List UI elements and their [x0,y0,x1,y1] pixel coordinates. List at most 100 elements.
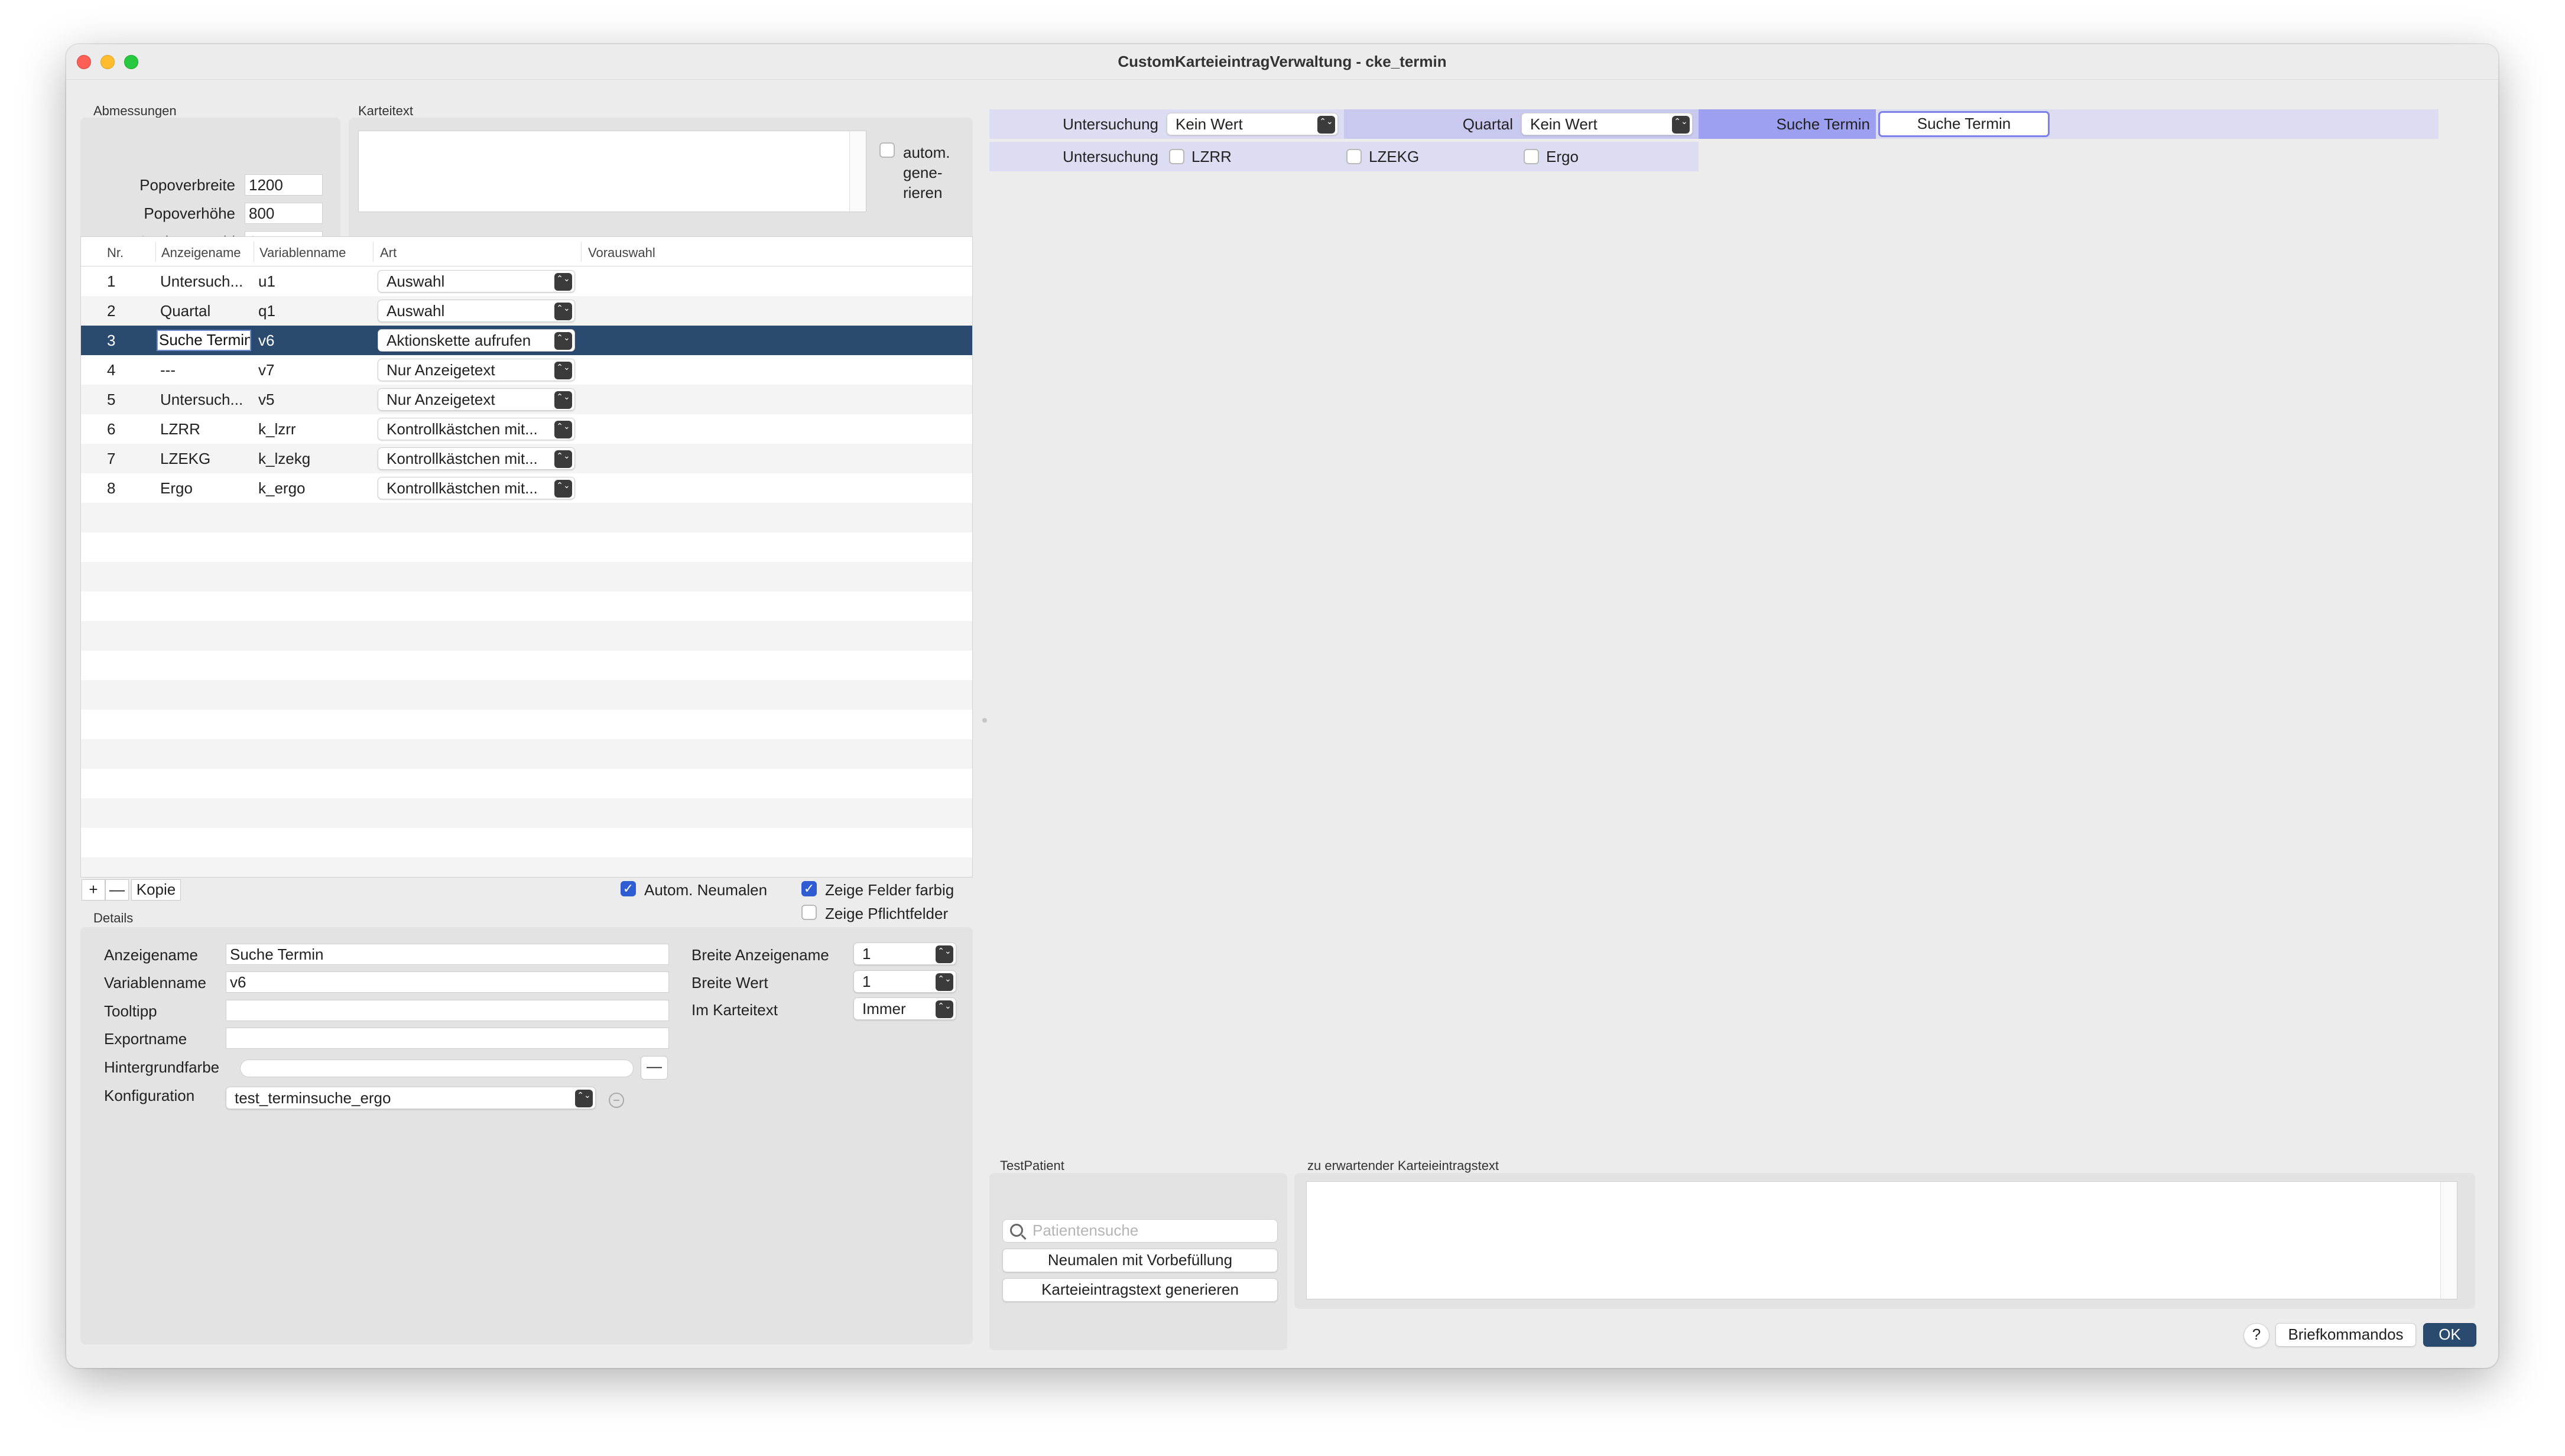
row-anzeigename: --- [160,361,176,379]
preview-cell-value: Kein Wert ⌃⌄ [1521,109,1699,139]
autom-generieren-label-1: autom. [903,144,950,161]
col-header-vorauswahl[interactable]: Vorauswahl [588,245,655,261]
row-art-popup[interactable]: Kontrollkästchen mit... ⌃⌄ [378,418,575,440]
zeige-pflichtfelder-checkbox[interactable] [801,905,817,920]
erwarteter-text-textarea[interactable] [1306,1181,2457,1299]
window-title: CustomKarteieintragVerwaltung - cke_term… [1118,53,1447,70]
col-header-variablenname[interactable]: Variablenname [259,245,346,261]
split-view-divider-handle[interactable] [982,718,987,723]
row-anzeigename: Untersuch... [160,272,243,290]
row-variablenname: k_ergo [258,479,306,497]
row-anzeigename: LZRR [160,420,200,438]
erwarteter-text-scrollbar[interactable] [2440,1182,2457,1299]
row-anzeigename-edit-field[interactable]: Suche Termin [157,330,251,351]
patient-search-field[interactable]: Patientensuche [1002,1219,1278,1243]
row-art-value: Kontrollkästchen mit... [387,420,538,438]
help-button[interactable]: ? [2243,1323,2269,1348]
preview-lzrr-checkbox[interactable] [1169,149,1184,164]
hintergrundfarbe-label: Hintergrundfarbe [104,1058,220,1076]
preview-select-value: Kein Wert [1176,115,1243,133]
preview-lzrr-label: LZRR [1191,148,1232,165]
karteitext-scrollbar[interactable] [849,131,866,212]
erwarteter-text-label: zu erwartender Karteieintragstext [1307,1158,1499,1173]
erwarteter-text-panel [1294,1173,2475,1309]
breite-wert-stepper[interactable]: 1 ⌃⌄ [853,970,956,993]
details-panel: Anzeigename Suche Termin Variablenname v… [80,927,973,1344]
popup-arrows-icon: ⌃⌄ [1317,116,1335,134]
info-circle-icon[interactable] [609,1093,624,1108]
preview-lzekg-checkbox[interactable] [1346,149,1362,164]
hintergrundfarbe-color-well[interactable] [240,1060,634,1077]
preview-suche-termin-button[interactable]: Suche Termin [1878,111,2050,137]
breite-anzeigename-stepper[interactable]: 1 ⌃⌄ [853,942,956,965]
row-art-value: Aktionskette aufrufen [387,332,531,349]
row-art-popup[interactable]: Aktionskette aufrufen ⌃⌄ [378,329,575,352]
autom-neumalen-checkbox[interactable]: ✓ [621,881,636,896]
row-nr: 8 [107,479,116,497]
variablenname-field[interactable]: v6 [226,971,669,993]
table-row-selected[interactable]: 3 Suche Termin v6 Aktionskette aufrufen ⌃… [81,326,972,355]
karteitext-textarea[interactable] [358,131,866,212]
popup-arrows-icon: ⌃⌄ [936,1000,953,1018]
table-row[interactable]: 2 Quartal q1 Auswahl ⌃⌄ [81,296,972,326]
empty-row [81,503,972,532]
autom-generieren-checkbox[interactable] [879,142,895,158]
karteieintragstext-generieren-button[interactable]: Karteieintragstext generieren [1002,1278,1278,1302]
row-nr: 7 [107,450,116,467]
row-anzeigename: Untersuch... [160,391,243,408]
row-art-popup[interactable]: Auswahl ⌃⌄ [378,270,575,292]
row-art-popup[interactable]: Auswahl ⌃⌄ [378,300,575,322]
preview-quartal-select[interactable]: Kein Wert ⌃⌄ [1521,113,1693,135]
remove-row-button[interactable]: — [105,879,129,901]
konfiguration-popup[interactable]: test_terminsuche_ergo ⌃⌄ [226,1087,596,1109]
preview-cell-checkbox: LZEKG [1344,142,1521,171]
preview-untersuchung-label: Untersuchung [1063,115,1158,133]
im-karteitext-value: Immer [862,1000,906,1018]
row-variablenname: k_lzrr [258,420,296,438]
table-row[interactable]: 6 LZRR k_lzrr Kontrollkästchen mit... ⌃⌄ [81,414,972,444]
row-art-popup[interactable]: Kontrollkästchen mit... ⌃⌄ [378,477,575,499]
breite-anzeigename-label: Breite Anzeigename [691,946,829,964]
preview-ergo-label: Ergo [1546,148,1579,165]
row-art-value: Kontrollkästchen mit... [387,450,538,467]
table-row[interactable]: 1 Untersuch... u1 Auswahl ⌃⌄ [81,266,972,296]
empty-row [81,562,972,592]
add-row-button[interactable]: + [82,879,105,901]
col-separator [155,242,156,262]
im-karteitext-popup[interactable]: Immer ⌃⌄ [853,997,956,1020]
exportname-field[interactable] [226,1028,669,1049]
clear-color-button[interactable]: — [641,1056,668,1080]
tooltipp-field[interactable] [226,1000,669,1021]
anzeigename-field[interactable]: Suche Termin [226,944,669,965]
zeige-felder-farbig-checkbox[interactable]: ✓ [801,881,817,896]
popoverhoehe-field[interactable]: 800 [245,203,323,224]
row-art-value: Nur Anzeigetext [387,361,495,379]
briefkommandos-button[interactable]: Briefkommandos [2275,1323,2416,1347]
title-bar: CustomKarteieintragVerwaltung - cke_term… [66,44,2498,80]
table-row[interactable]: 8 Ergo k_ergo Kontrollkästchen mit... ⌃⌄ [81,473,972,503]
preview-lzekg-label: LZEKG [1369,148,1420,165]
im-karteitext-label: Im Karteitext [691,1001,778,1019]
col-header-art[interactable]: Art [380,245,397,261]
table-row[interactable]: 5 Untersuch... v5 Nur Anzeigetext ⌃⌄ [81,385,972,414]
row-art-popup[interactable]: Nur Anzeigetext ⌃⌄ [378,388,575,411]
col-header-nr[interactable]: Nr. [107,245,124,261]
table-row[interactable]: 7 LZEKG k_lzekg Kontrollkästchen mit... ⌃… [81,444,972,473]
preview-untersuchung-label-2: Untersuchung [1063,148,1158,165]
neumalen-mit-vorbefuellung-button[interactable]: Neumalen mit Vorbefüllung [1002,1249,1278,1272]
col-header-anzeigename[interactable]: Anzeigename [161,245,241,261]
copy-row-button[interactable]: Kopie [131,879,181,901]
row-art-popup[interactable]: Kontrollkästchen mit... ⌃⌄ [378,447,575,470]
row-variablenname: v7 [258,361,275,379]
preview-ergo-checkbox[interactable] [1524,149,1539,164]
table-row[interactable]: 4 --- v7 Nur Anzeigetext ⌃⌄ [81,355,972,385]
row-art-popup[interactable]: Nur Anzeigetext ⌃⌄ [378,359,575,381]
popoverbreite-field[interactable]: 1200 [245,174,323,196]
autom-generieren-label-2: gene- [903,164,943,181]
preview-untersuchung-select[interactable]: Kein Wert ⌃⌄ [1167,113,1338,135]
preview-quartal-label: Quartal [1462,115,1513,133]
ok-button[interactable]: OK [2423,1323,2476,1347]
konfiguration-label: Konfiguration [104,1087,195,1104]
breite-wert-value: 1 [862,973,871,990]
empty-row [81,798,972,828]
